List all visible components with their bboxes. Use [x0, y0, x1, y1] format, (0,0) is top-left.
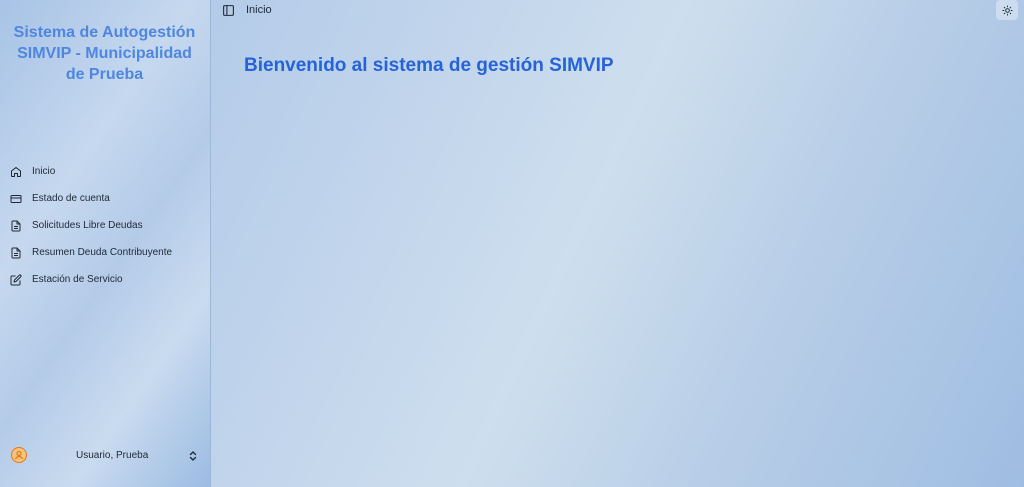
- sidebar-item-label: Estado de cuenta: [32, 193, 110, 204]
- brand-title: Sistema de Autogestión SIMVIP - Municipa…: [13, 24, 196, 83]
- file-text-icon: [10, 247, 22, 259]
- sidebar-toggle-icon[interactable]: [222, 4, 235, 17]
- home-icon: [10, 166, 22, 178]
- user-name: Usuario, Prueba: [76, 449, 149, 461]
- sidebar-item-estado-de-cuenta[interactable]: Estado de cuenta: [0, 185, 211, 212]
- user-menu-button[interactable]: Usuario, Prueba: [4, 440, 206, 470]
- top-bar: Inicio: [212, 0, 1024, 22]
- sidebar-item-label: Resumen Deuda Contribuyente: [32, 247, 173, 258]
- edit-icon: [10, 273, 22, 286]
- sidebar-item-resumen-deuda-contribuyente[interactable]: Resumen Deuda Contribuyente: [0, 239, 211, 266]
- page-title: Bienvenido al sistema de gestión SIMVIP: [244, 55, 614, 76]
- sidebar: Sistema de Autogestión SIMVIP - Municipa…: [0, 0, 211, 487]
- sun-icon: [1001, 4, 1013, 16]
- credit-card-icon: [10, 193, 22, 205]
- sidebar-item-label: Solicitudes Libre Deudas: [32, 220, 143, 231]
- chevrons-up-down-icon: [188, 449, 198, 461]
- sidebar-item-estacion-de-servicio[interactable]: Estación de Servicio: [0, 266, 211, 293]
- file-text-icon: [10, 220, 22, 232]
- theme-toggle-button[interactable]: [996, 0, 1018, 20]
- sidebar-item-solicitudes-libre-deudas[interactable]: Solicitudes Libre Deudas: [0, 212, 211, 239]
- breadcrumb: Inicio: [246, 4, 272, 16]
- sidebar-item-label: Inicio: [32, 166, 56, 177]
- sidebar-item-inicio[interactable]: Inicio: [0, 158, 211, 185]
- sidebar-nav: Inicio Estado de cuenta Solicitudes Libr…: [0, 158, 211, 293]
- avatar: [11, 447, 27, 463]
- sidebar-item-label: Estación de Servicio: [32, 274, 123, 285]
